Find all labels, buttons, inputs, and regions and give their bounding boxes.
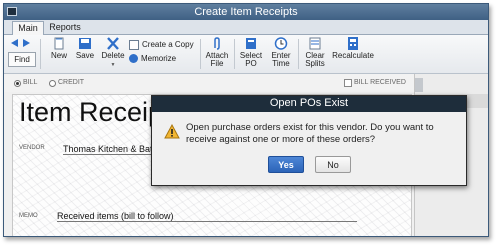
window-title: Create Item Receipts	[194, 6, 298, 18]
dialog-message: Open purchase orders exist for this vend…	[186, 122, 434, 145]
clear-splits-label-2: Splits	[305, 59, 325, 68]
dialog-title-bar: Open POs Exist	[152, 96, 466, 112]
dialog-title: Open POs Exist	[269, 97, 349, 109]
credit-radio-label: CREDIT	[58, 79, 85, 86]
find-button[interactable]: Find	[8, 52, 36, 67]
separator	[298, 39, 299, 69]
separator	[200, 39, 201, 69]
open-pos-dialog: Open POs Exist Open purchase orders exis…	[151, 95, 467, 186]
tab-main[interactable]: Main	[12, 21, 44, 35]
attach-file-button[interactable]: Attach File	[202, 37, 232, 68]
bill-received-checkbox[interactable]	[344, 79, 352, 87]
vendor-label: VENDOR	[19, 145, 45, 151]
new-label: New	[50, 51, 67, 60]
credit-radio[interactable]	[49, 80, 56, 87]
create-copy-icon	[129, 40, 139, 50]
delete-label: Delete	[101, 51, 125, 60]
memo-field[interactable]: Received items (bill to follow)	[57, 211, 357, 222]
previous-arrow-icon[interactable]	[9, 38, 19, 48]
save-icon	[79, 38, 91, 49]
clock-icon	[274, 37, 288, 50]
warning-icon	[164, 124, 180, 139]
recalculate-label: Recalculate	[332, 51, 374, 60]
recalculate-button[interactable]: Recalculate	[331, 37, 375, 60]
ribbon-tabs: Main Reports	[4, 20, 488, 35]
select-po-icon	[246, 38, 256, 49]
create-copy-button[interactable]: Create a Copy	[129, 40, 194, 50]
tab-reports[interactable]: Reports	[48, 21, 82, 34]
clear-splits-button[interactable]: Clear Splits	[300, 37, 330, 68]
memo-label: MEMO	[19, 213, 38, 219]
bill-received-label: BILL RECEIVED	[354, 79, 406, 86]
enter-time-button[interactable]: Enter Time	[266, 37, 296, 68]
form-title: Item Receipt	[19, 97, 171, 127]
separator	[234, 39, 235, 69]
select-po-label-2: PO	[245, 59, 257, 68]
save-button[interactable]: Save	[70, 37, 100, 60]
window-title-bar: Create Item Receipts	[4, 4, 488, 20]
yes-button[interactable]: Yes	[268, 156, 304, 173]
memorize-button[interactable]: Memorize	[129, 54, 177, 64]
bill-radio-label: BILL	[23, 79, 38, 86]
memorize-label: Memorize	[141, 54, 177, 63]
delete-button[interactable]: Delete ▼	[98, 37, 128, 69]
calculator-icon	[348, 37, 358, 50]
enter-time-label-2: Time	[272, 59, 290, 68]
clear-splits-icon	[309, 37, 321, 50]
attach-label-2: File	[210, 59, 224, 68]
create-copy-label: Create a Copy	[142, 40, 194, 50]
ribbon-toolbar: Find New Save Delete ▼ Create a Copy Mem…	[4, 35, 488, 74]
bill-radio[interactable]	[14, 80, 21, 87]
no-button[interactable]: No	[315, 156, 351, 173]
side-panel-toggle[interactable]	[415, 78, 423, 92]
select-po-button[interactable]: Select PO	[236, 37, 266, 68]
memorize-icon	[129, 54, 138, 64]
separator	[40, 39, 41, 69]
delete-x-icon	[107, 37, 119, 50]
transaction-options: BILL CREDIT BILL RECEIVED	[4, 74, 414, 92]
paperclip-icon	[214, 37, 220, 50]
dropdown-arrow-icon[interactable]: ▼	[98, 61, 128, 69]
save-label: Save	[75, 51, 95, 60]
new-document-icon	[54, 37, 64, 50]
next-arrow-icon[interactable]	[22, 38, 32, 48]
